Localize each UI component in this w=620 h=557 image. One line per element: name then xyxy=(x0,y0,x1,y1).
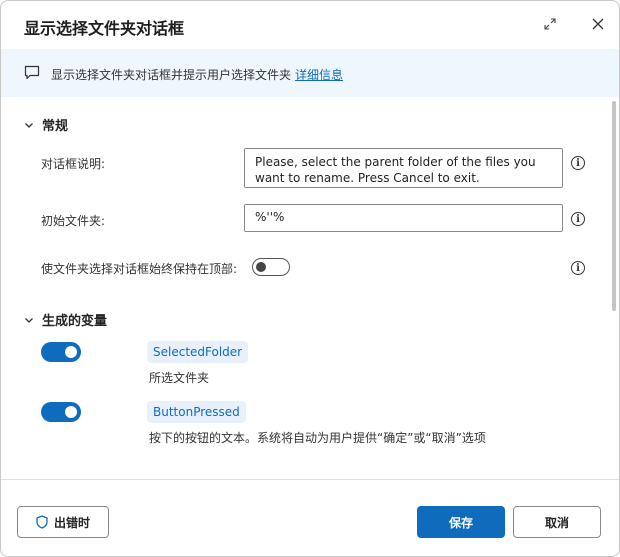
keep-on-top-toggle[interactable] xyxy=(252,258,290,276)
variables-section-header[interactable]: 生成的变量 xyxy=(24,310,107,329)
general-section-label: 常规 xyxy=(42,119,69,134)
info-icon[interactable]: i xyxy=(571,212,585,226)
info-icon[interactable]: i xyxy=(571,156,585,170)
initial-folder-label: 初始文件夹: xyxy=(41,214,106,228)
info-banner: 显示选择文件夹对话框并提示用户选择文件夹 详细信息 xyxy=(1,49,619,97)
button-pressed-toggle[interactable] xyxy=(41,402,81,422)
on-error-label: 出错时 xyxy=(53,515,90,530)
shield-icon xyxy=(36,515,48,529)
chevron-down-icon xyxy=(24,315,34,325)
general-section-header[interactable]: 常规 xyxy=(24,115,68,134)
variable-chip-selected-folder[interactable]: SelectedFolder xyxy=(147,341,249,363)
variable-desc-selected-folder: 所选文件夹 xyxy=(149,371,210,385)
dialog-desc-label: 对话框说明: xyxy=(41,157,106,171)
expand-icon xyxy=(544,18,556,30)
info-icon[interactable]: i xyxy=(571,261,585,275)
scrollbar[interactable] xyxy=(612,101,616,311)
on-error-button[interactable]: 出错时 xyxy=(17,506,109,538)
chevron-down-icon xyxy=(24,120,34,130)
expand-button[interactable] xyxy=(539,13,561,35)
dialog-desc-input[interactable]: Please, select the parent folder of the … xyxy=(244,148,563,188)
variable-chip-button-pressed[interactable]: ButtonPressed xyxy=(147,401,246,423)
toggle-knob xyxy=(256,262,266,272)
save-button[interactable]: 保存 xyxy=(417,506,505,538)
close-icon xyxy=(592,18,604,30)
cancel-button[interactable]: 取消 xyxy=(513,506,601,538)
chat-icon xyxy=(24,65,40,80)
details-link[interactable]: 详细信息 xyxy=(295,68,343,82)
variable-desc-button-pressed: 按下的按钮的文本。系统将自动为用户提供“确定”或“取消”选项 xyxy=(149,431,486,445)
banner-text: 显示选择文件夹对话框并提示用户选择文件夹 详细信息 xyxy=(51,66,343,83)
keep-on-top-label: 使文件夹选择对话框始终保持在顶部: xyxy=(41,262,238,276)
selected-folder-toggle[interactable] xyxy=(41,342,81,362)
footer-divider xyxy=(1,479,619,480)
initial-folder-input[interactable]: %''% xyxy=(244,204,563,232)
variables-section-label: 生成的变量 xyxy=(42,314,108,329)
close-button[interactable] xyxy=(587,13,609,35)
toggle-knob xyxy=(65,346,77,358)
banner-description: 显示选择文件夹对话框并提示用户选择文件夹 xyxy=(51,68,292,82)
dialog: 显示选择文件夹对话框 显示选择文件夹对话框并提示用户选择文件夹 详细信息 常规 对… xyxy=(0,0,620,557)
dialog-title: 显示选择文件夹对话框 xyxy=(24,19,185,38)
toggle-knob xyxy=(65,406,77,418)
